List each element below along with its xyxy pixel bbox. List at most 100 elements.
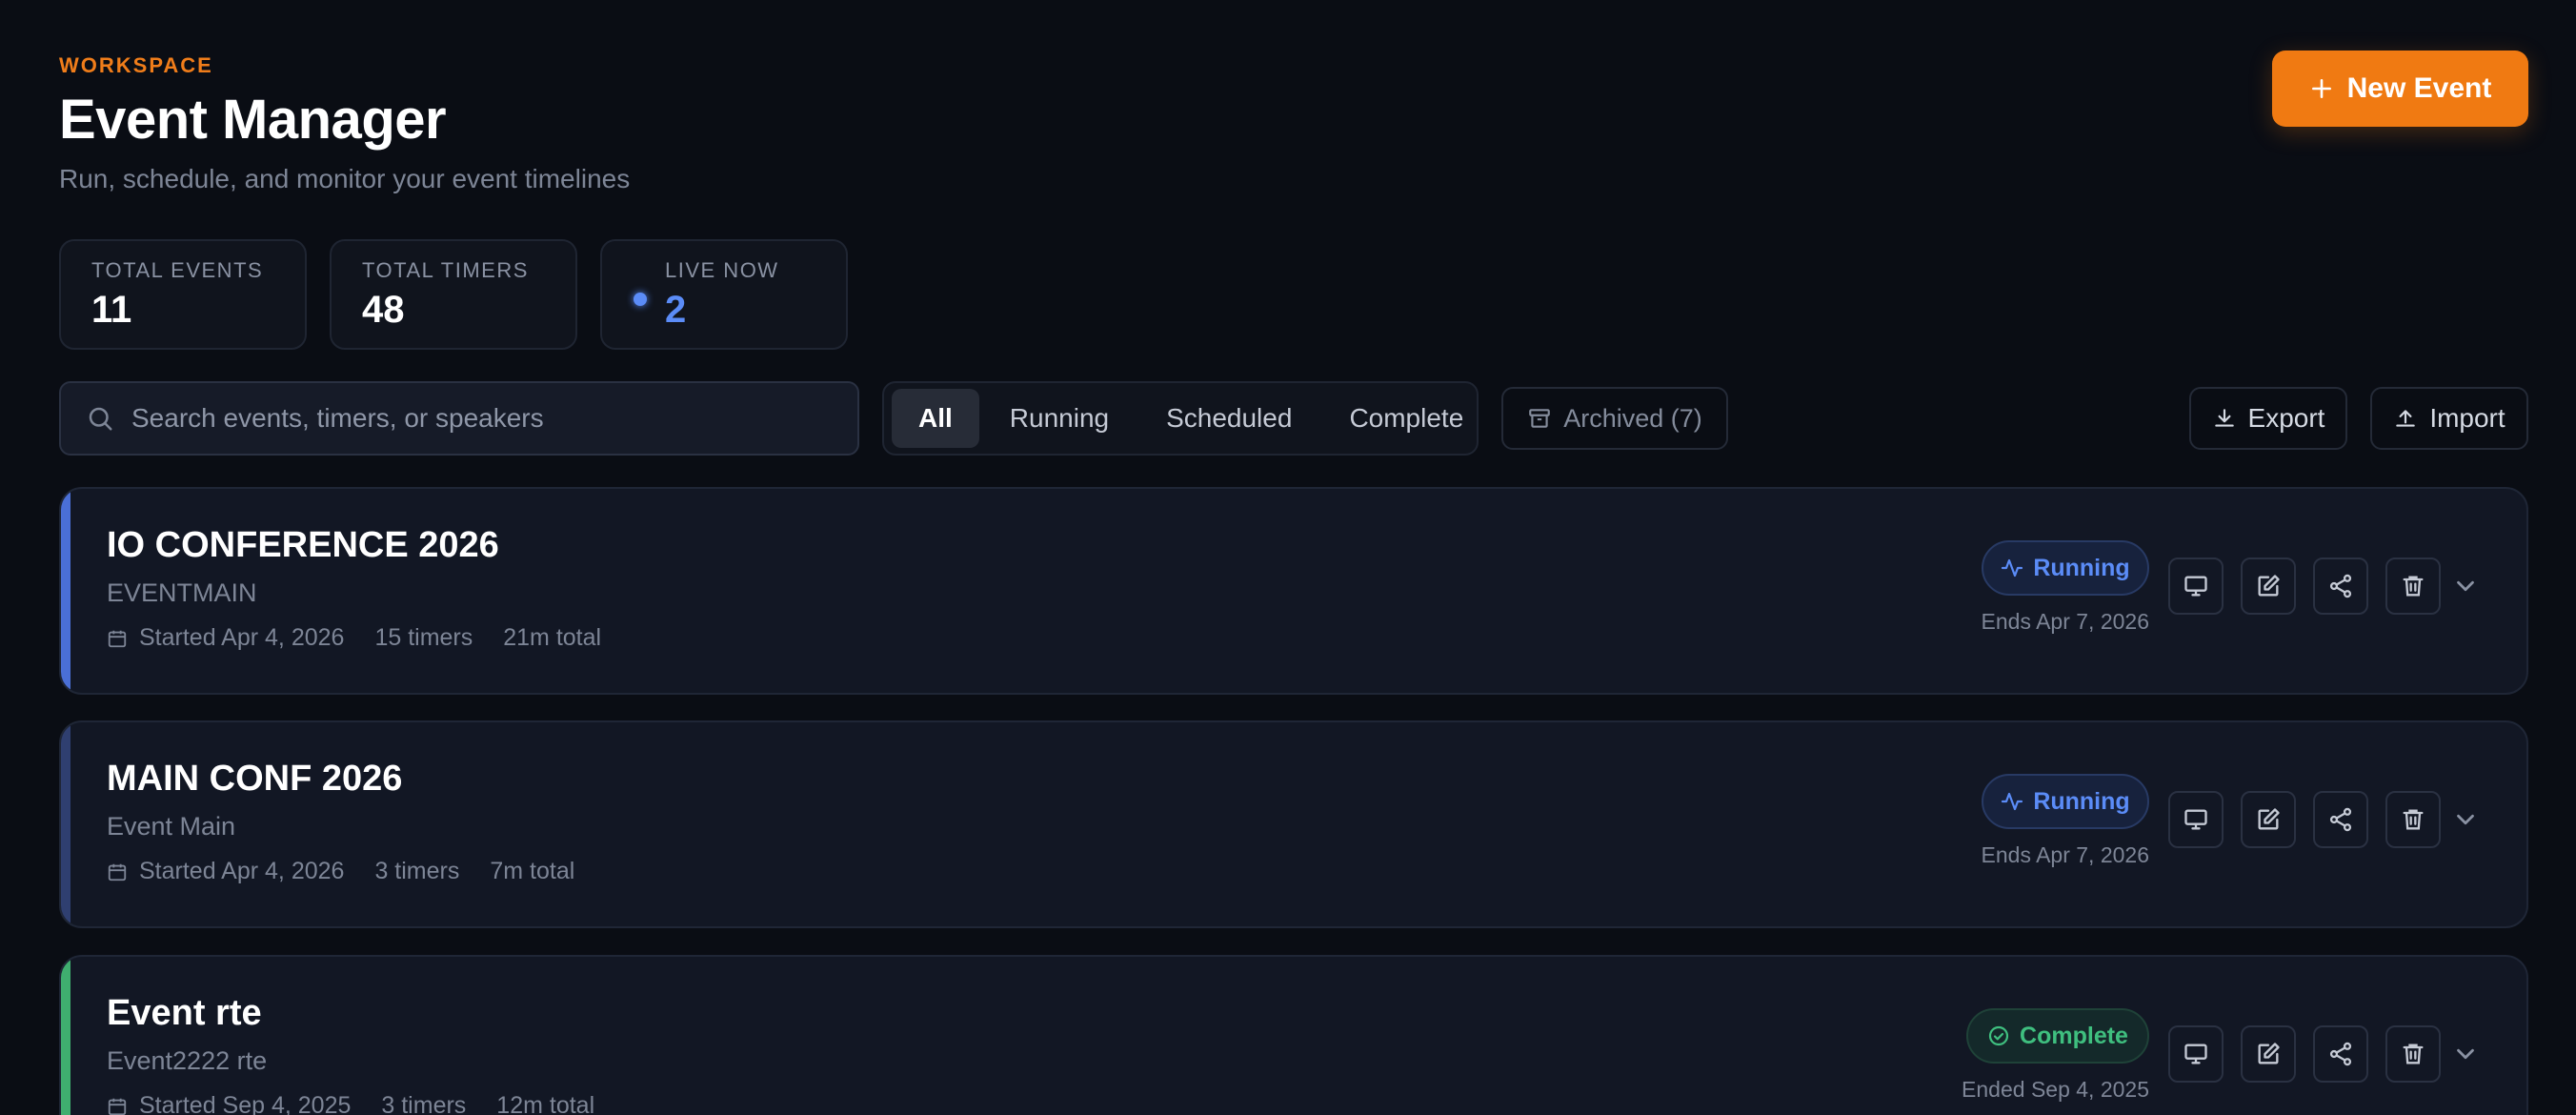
delete-button[interactable]	[2385, 1025, 2441, 1083]
status-badge: Running	[1982, 774, 2149, 829]
share-icon	[2329, 1042, 2352, 1066]
stat-total-events: TOTAL EVENTS 11	[59, 239, 307, 350]
event-code: Event Main	[107, 812, 236, 841]
status-badge: Running	[1982, 540, 2149, 596]
present-button[interactable]	[2168, 558, 2224, 615]
stat-total-timers: TOTAL TIMERS 48	[330, 239, 577, 350]
archived-label: Archived (7)	[1563, 403, 1702, 433]
share-icon	[2329, 574, 2352, 598]
share-button[interactable]	[2313, 1025, 2368, 1083]
stat-value: 2	[665, 289, 687, 331]
stat-label: LIVE NOW	[665, 258, 779, 282]
share-button[interactable]	[2313, 558, 2368, 615]
present-button[interactable]	[2168, 1025, 2224, 1083]
stat-label: TOTAL TIMERS	[362, 258, 529, 282]
status-filter-group: All Running Scheduled Complete	[882, 381, 1479, 456]
page-subtitle: Run, schedule, and monitor your event ti…	[59, 164, 631, 193]
event-end-date: Ended Sep 4, 2025	[1962, 1077, 2149, 1102]
event-meta: Started Apr 4, 2026 3 timers 7m total	[107, 858, 574, 885]
event-start-date: Started Sep 4, 2025	[139, 1092, 352, 1115]
event-total-duration: 21m total	[503, 624, 602, 651]
calendar-icon	[108, 863, 127, 881]
event-meta: Started Sep 4, 2025 3 timers 12m total	[107, 1092, 594, 1115]
stat-value: 11	[91, 289, 132, 331]
event-start-date: Started Apr 4, 2026	[139, 858, 345, 884]
live-dot-icon	[634, 293, 647, 306]
event-card[interactable]: Event rte Event2222 rte Started Sep 4, 2…	[59, 955, 2528, 1115]
status-label: Running	[2033, 554, 2130, 581]
event-card[interactable]: MAIN CONF 2026 Event Main Started Apr 4,…	[59, 720, 2528, 928]
page-title: Event Manager	[59, 89, 447, 151]
import-label: Import	[2429, 403, 2506, 433]
stat-label: TOTAL EVENTS	[91, 258, 264, 282]
share-button[interactable]	[2313, 791, 2368, 848]
download-icon	[2214, 409, 2234, 427]
expand-button[interactable]	[2443, 1031, 2488, 1077]
delete-button[interactable]	[2385, 558, 2441, 615]
monitor-icon	[2184, 1044, 2207, 1064]
search-box	[59, 381, 859, 456]
expand-button[interactable]	[2443, 797, 2488, 842]
edit-icon	[2258, 575, 2280, 597]
workspace-eyebrow: WORKSPACE	[59, 53, 213, 77]
chevron-down-icon	[2457, 1048, 2474, 1060]
trash-icon	[2403, 1044, 2424, 1064]
event-start-date: Started Apr 4, 2026	[139, 624, 345, 651]
filter-tab-running[interactable]: Running	[983, 389, 1136, 448]
expand-button[interactable]	[2443, 563, 2488, 609]
calendar-icon	[108, 1098, 127, 1115]
card-accent-bar	[61, 489, 70, 693]
event-code: Event2222 rte	[107, 1046, 268, 1075]
card-accent-bar	[61, 722, 70, 926]
check-circle-icon	[1988, 1025, 2009, 1046]
edit-button[interactable]	[2241, 1025, 2296, 1083]
chevron-down-icon	[2457, 580, 2474, 592]
plus-icon	[2311, 79, 2331, 98]
stat-live-now: LIVE NOW 2	[600, 239, 848, 350]
edit-button[interactable]	[2241, 558, 2296, 615]
event-name: MAIN CONF 2026	[107, 759, 403, 799]
event-name: IO CONFERENCE 2026	[107, 525, 499, 565]
import-button[interactable]: Import	[2370, 387, 2528, 450]
filter-tab-complete[interactable]: Complete	[1322, 389, 1490, 448]
event-total-duration: 12m total	[496, 1092, 595, 1115]
event-card[interactable]: IO CONFERENCE 2026 EVENTMAIN Started Apr…	[59, 487, 2528, 695]
status-label: Running	[2033, 787, 2130, 815]
edit-button[interactable]	[2241, 791, 2296, 848]
event-meta: Started Apr 4, 2026 15 timers 21m total	[107, 624, 601, 652]
edit-icon	[2258, 808, 2280, 830]
activity-icon	[2002, 558, 2023, 578]
new-event-label: New Event	[2346, 72, 2492, 104]
trash-icon	[2403, 809, 2424, 830]
present-button[interactable]	[2168, 791, 2224, 848]
event-end-date: Ends Apr 7, 2026	[1981, 609, 2149, 634]
export-button[interactable]: Export	[2189, 387, 2347, 450]
status-badge: Complete	[1966, 1008, 2149, 1064]
event-total-duration: 7m total	[490, 858, 575, 884]
event-end-date: Ends Apr 7, 2026	[1981, 842, 2149, 867]
search-input[interactable]	[131, 403, 836, 434]
calendar-icon	[108, 630, 127, 647]
archived-button[interactable]: Archived (7)	[1501, 387, 1728, 450]
event-code: EVENTMAIN	[107, 578, 257, 607]
event-name: Event rte	[107, 993, 262, 1033]
stat-value: 48	[362, 289, 405, 331]
archive-icon	[1529, 409, 1551, 428]
trash-icon	[2403, 576, 2424, 597]
monitor-icon	[2184, 809, 2207, 830]
edit-icon	[2258, 1043, 2280, 1064]
filter-tab-all[interactable]: All	[892, 389, 979, 448]
export-label: Export	[2247, 403, 2325, 433]
event-timer-count: 3 timers	[381, 1092, 467, 1115]
share-icon	[2329, 807, 2352, 832]
card-accent-bar	[61, 957, 70, 1115]
monitor-icon	[2184, 576, 2207, 597]
chevron-down-icon	[2457, 814, 2474, 825]
delete-button[interactable]	[2385, 791, 2441, 848]
filter-tab-scheduled[interactable]: Scheduled	[1139, 389, 1318, 448]
event-timer-count: 15 timers	[374, 624, 473, 651]
upload-icon	[2396, 410, 2416, 427]
search-icon	[89, 407, 112, 431]
new-event-button[interactable]: New Event	[2272, 51, 2528, 127]
status-label: Complete	[2020, 1022, 2128, 1049]
